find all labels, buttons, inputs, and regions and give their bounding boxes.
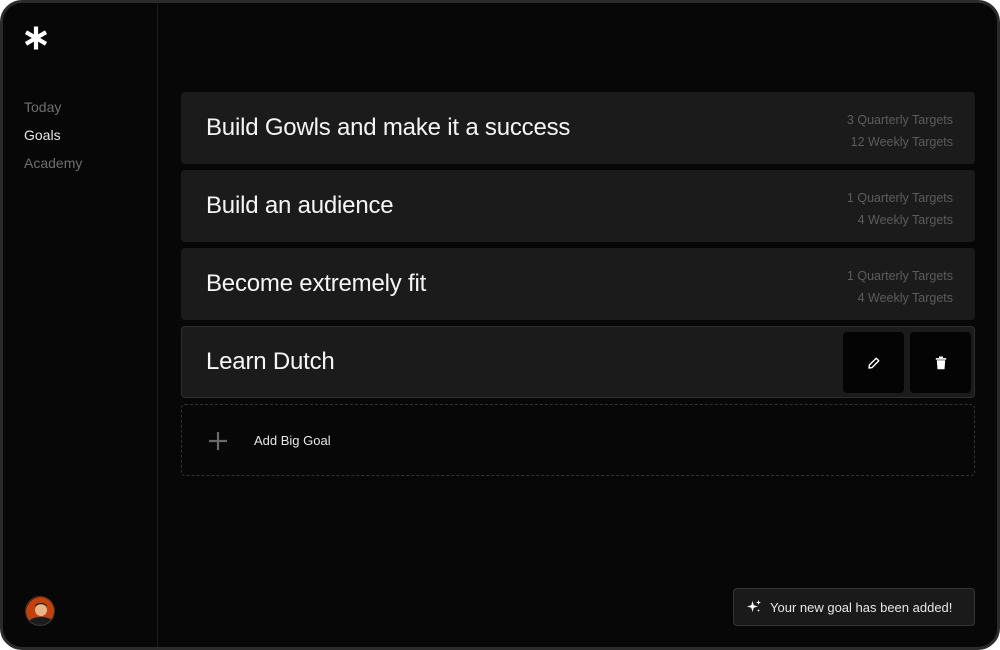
asterisk-logo-icon[interactable] bbox=[23, 25, 49, 51]
avatar-image bbox=[26, 597, 54, 625]
goal-title: Build Gowls and make it a success bbox=[206, 114, 571, 141]
goal-targets: 3 Quarterly Targets 12 Weekly Targets bbox=[847, 109, 953, 153]
plus-icon bbox=[209, 432, 227, 450]
goal-card[interactable]: Become extremely fit 1 Quarterly Targets… bbox=[181, 248, 975, 320]
goal-title: Learn Dutch bbox=[206, 348, 335, 375]
goal-card-selected[interactable]: Learn Dutch bbox=[181, 326, 975, 398]
goal-targets: 1 Quarterly Targets 4 Weekly Targets bbox=[847, 187, 953, 231]
add-goal-button[interactable]: Add Big Goal bbox=[181, 404, 975, 476]
nav-item-academy[interactable]: Academy bbox=[24, 149, 82, 177]
user-avatar[interactable] bbox=[25, 596, 55, 626]
goals-list: Build Gowls and make it a success 3 Quar… bbox=[181, 92, 975, 476]
goal-card[interactable]: Build an audience 1 Quarterly Targets 4 … bbox=[181, 170, 975, 242]
add-goal-label: Add Big Goal bbox=[254, 433, 331, 448]
quarterly-targets: 1 Quarterly Targets bbox=[846, 191, 953, 205]
weekly-targets: 4 Weekly Targets bbox=[857, 291, 953, 305]
goal-card[interactable]: Build Gowls and make it a success 3 Quar… bbox=[181, 92, 975, 164]
goal-targets: 1 Quarterly Targets 4 Weekly Targets bbox=[847, 265, 953, 309]
toast-notification: Your new goal has been added! bbox=[733, 588, 975, 626]
toast-message: Your new goal has been added! bbox=[770, 599, 953, 615]
sidebar: Today Goals Academy bbox=[3, 3, 158, 647]
pencil-icon bbox=[867, 357, 879, 369]
weekly-targets: 12 Weekly Targets bbox=[850, 135, 953, 149]
sidebar-nav: Today Goals Academy bbox=[24, 93, 82, 177]
weekly-targets: 4 Weekly Targets bbox=[857, 213, 953, 227]
goal-title: Become extremely fit bbox=[206, 270, 427, 297]
delete-goal-button[interactable] bbox=[910, 332, 971, 393]
sparkles-icon bbox=[747, 600, 761, 612]
goal-title: Build an audience bbox=[206, 192, 394, 219]
app-window: Today Goals Academy Build Gowls and make… bbox=[0, 0, 1000, 650]
nav-item-goals[interactable]: Goals bbox=[24, 121, 82, 149]
nav-item-today[interactable]: Today bbox=[24, 93, 82, 121]
edit-goal-button[interactable] bbox=[843, 332, 904, 393]
trash-icon bbox=[935, 356, 946, 369]
quarterly-targets: 1 Quarterly Targets bbox=[846, 269, 953, 283]
quarterly-targets: 3 Quarterly Targets bbox=[846, 113, 953, 127]
